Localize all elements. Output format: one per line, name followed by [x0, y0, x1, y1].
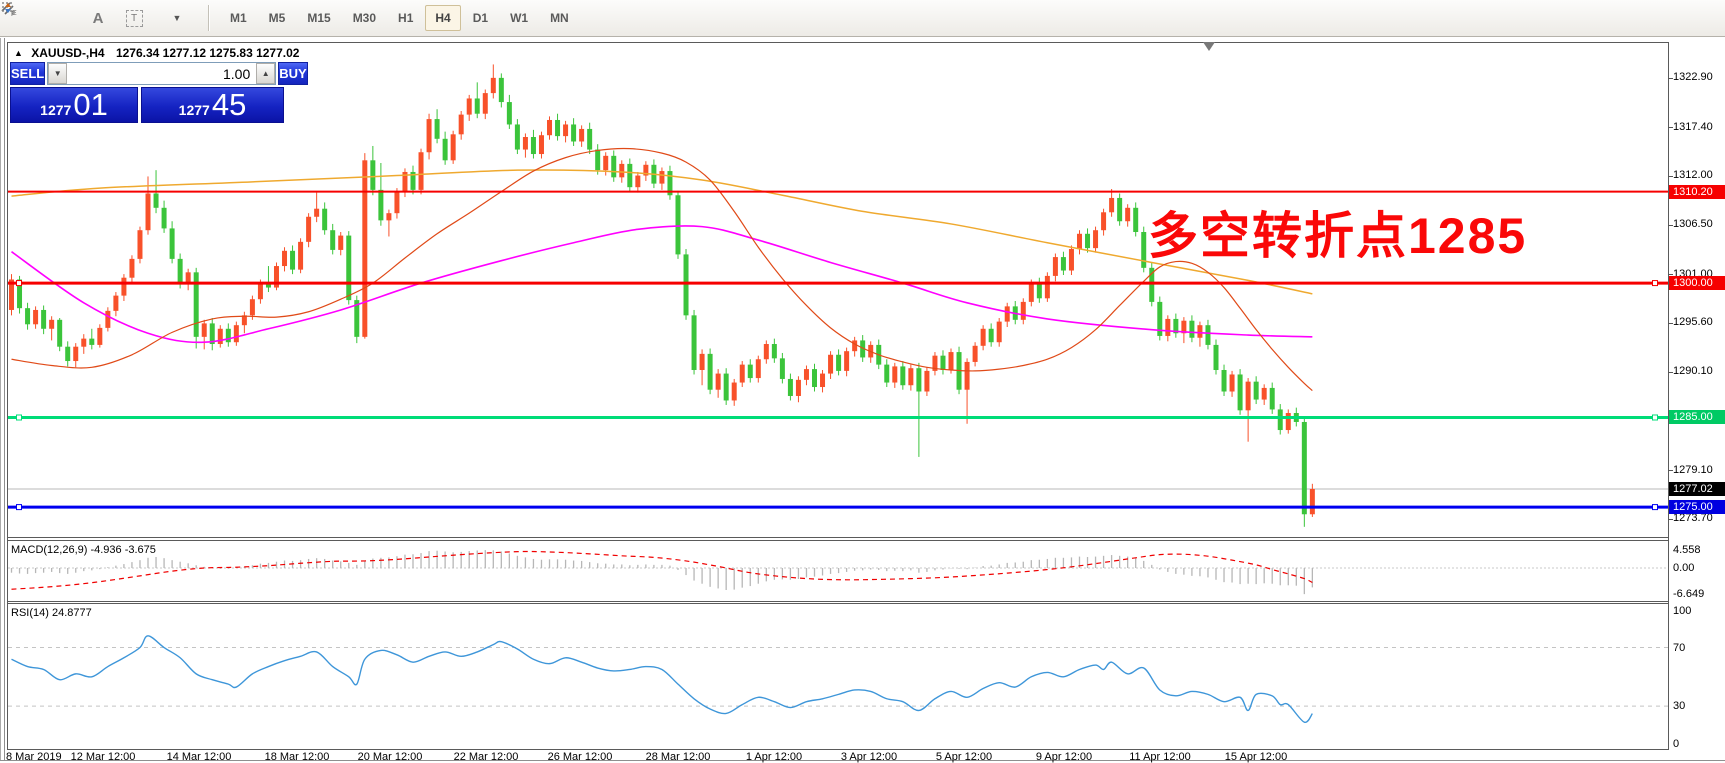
price-tick-label: 1306.50	[1673, 218, 1713, 230]
chart-shift-marker-icon	[1203, 42, 1215, 51]
indicator-tick-label: -6.649	[1673, 588, 1704, 600]
price-tick-mark	[1668, 78, 1673, 79]
price-badge-1300.00: 1300.00	[1669, 276, 1725, 290]
indicator-tick-label: 0	[1673, 738, 1679, 750]
date-label: 28 Mar 12:00	[646, 751, 711, 763]
price-badge-1285.00: 1285.00	[1669, 410, 1725, 424]
price-tick-mark	[1668, 323, 1673, 324]
date-label: 15 Apr 12:00	[1225, 751, 1287, 763]
price-tick-label: 1312.00	[1673, 169, 1713, 181]
volume-stepper: ▼ ▲	[47, 62, 276, 85]
price-tick-mark	[1668, 127, 1673, 128]
date-label: 8 Mar 2019	[6, 751, 62, 763]
hline-1300[interactable]	[8, 281, 1668, 286]
macd-histogram	[12, 550, 1313, 594]
hline-handle[interactable]	[1653, 281, 1658, 286]
indicator-tick-label: 30	[1673, 700, 1685, 712]
date-label: 22 Mar 12:00	[454, 751, 519, 763]
volume-increase-button[interactable]: ▲	[256, 63, 275, 84]
buy-price-main: 1277	[179, 100, 210, 120]
sell-price-main: 1277	[40, 100, 71, 120]
buy-price-pips: 45	[212, 90, 246, 120]
sell-button[interactable]: SELL	[10, 62, 45, 85]
date-label: 3 Apr 12:00	[841, 751, 897, 763]
indicator-tick-label: 4.558	[1673, 544, 1701, 556]
annotation-text[interactable]: 多空转折点1285	[1148, 196, 1527, 268]
indicator-tick-label: 100	[1673, 605, 1691, 617]
buy-button[interactable]: BUY	[278, 62, 307, 85]
hline-handle[interactable]	[1653, 505, 1658, 510]
sell-price-display[interactable]: 1277 01	[10, 87, 138, 123]
hline-handle[interactable]	[17, 415, 22, 420]
hline-handle[interactable]	[17, 281, 22, 286]
date-label: 1 Apr 12:00	[746, 751, 802, 763]
macd-signal-line	[12, 551, 1313, 589]
date-label: 12 Mar 12:00	[71, 751, 136, 763]
price-badge-1310.20: 1310.20	[1669, 185, 1725, 199]
hline-handle[interactable]	[1653, 415, 1658, 420]
sell-price-pips: 01	[73, 90, 107, 120]
hline-1285[interactable]	[8, 415, 1668, 420]
symbol-label: XAUUSD-,H4	[31, 46, 104, 60]
indicator-tick-label: 70	[1673, 642, 1685, 654]
price-tick-mark	[1668, 176, 1673, 177]
indicator-tick-label: 0.00	[1673, 562, 1694, 574]
ohlc-values: 1276.34 1277.12 1275.83 1277.02	[116, 46, 300, 60]
date-label: 9 Apr 12:00	[1036, 751, 1092, 763]
date-label: 26 Mar 12:00	[548, 751, 613, 763]
hline-handle[interactable]	[17, 505, 22, 510]
date-label: 5 Apr 12:00	[936, 751, 992, 763]
macd-panel	[8, 550, 1668, 594]
price-tick-mark	[1668, 225, 1673, 226]
date-label: 14 Mar 12:00	[167, 751, 232, 763]
price-tick-mark	[1668, 470, 1673, 471]
one-click-trade-panel: SELL ▼ ▲ BUY 1277 01 1277 45	[10, 62, 286, 123]
date-label: 20 Mar 12:00	[358, 751, 423, 763]
price-tick-mark	[1668, 372, 1673, 373]
buy-price-display[interactable]: 1277 45	[141, 87, 284, 123]
price-tick-mark	[1668, 519, 1673, 520]
collapse-panel-icon[interactable]: ▲	[14, 48, 23, 58]
price-tick-label: 1295.60	[1673, 316, 1713, 328]
price-tick-label: 1279.10	[1673, 464, 1713, 476]
volume-decrease-button[interactable]: ▼	[48, 63, 67, 84]
date-label: 11 Apr 12:00	[1129, 751, 1191, 763]
rsi-line	[12, 636, 1313, 723]
hline-1275[interactable]	[8, 505, 1668, 510]
price-tick-mark	[1668, 274, 1673, 275]
rsi-panel	[8, 636, 1668, 723]
price-tick-label: 1322.90	[1673, 71, 1713, 83]
price-badge-1275.00: 1275.00	[1669, 500, 1725, 514]
volume-input[interactable]	[67, 63, 256, 84]
price-tick-label: 1290.10	[1673, 365, 1713, 377]
price-tick-label: 1317.40	[1673, 121, 1713, 133]
candlestick-series	[9, 64, 1315, 526]
rsi-label: RSI(14) 24.8777	[11, 607, 92, 619]
price-badge-1277.02: 1277.02	[1669, 482, 1725, 496]
macd-label: MACD(12,26,9) -4.936 -3.675	[11, 544, 156, 556]
date-label: 18 Mar 12:00	[265, 751, 330, 763]
chart-title: ▲ XAUUSD-,H4 1276.34 1277.12 1275.83 127…	[14, 46, 299, 60]
